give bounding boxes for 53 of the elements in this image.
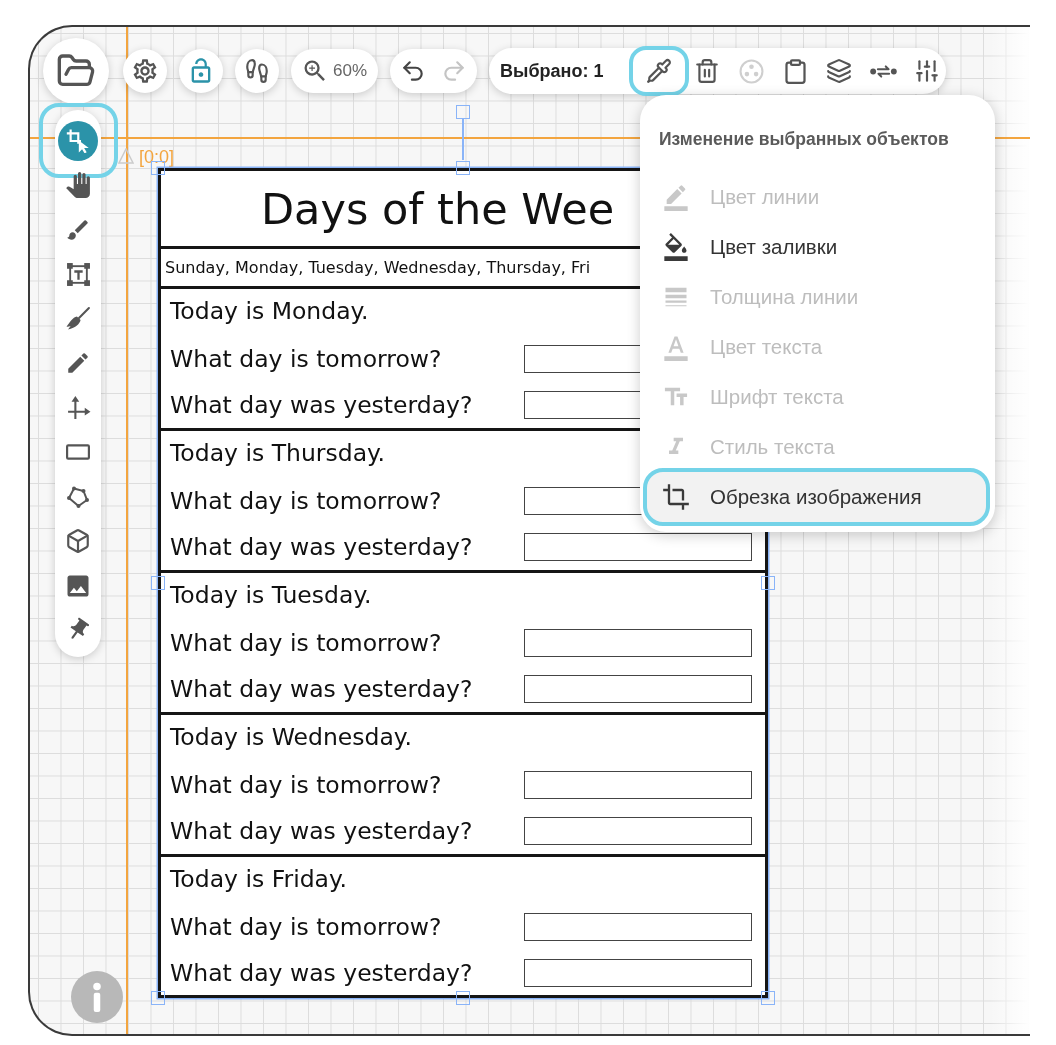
selection-count: Выбрано: 1: [500, 60, 604, 82]
resize-handle[interactable]: [456, 991, 470, 1005]
crop-cursor-icon: [66, 128, 90, 153]
text-box-icon: [65, 261, 91, 287]
dots-circle-icon: [738, 58, 764, 84]
resize-handle[interactable]: [151, 991, 165, 1005]
question-text: What day was yesterday?: [170, 675, 473, 703]
footprints-button[interactable]: [235, 49, 279, 93]
paint-bucket-icon: [662, 233, 690, 261]
question-text: What day is tomorrow?: [170, 913, 442, 941]
question-text: What day was yesterday?: [170, 817, 473, 845]
resize-handle[interactable]: [761, 576, 775, 590]
crop-icon: [662, 483, 690, 511]
question-text: What day was yesterday?: [170, 959, 473, 987]
origin-marker-icon: [118, 148, 134, 164]
weekdays-text: Sunday, Monday, Tuesday, Wednesday, Thursday, Fri: [165, 257, 591, 278]
menu-title: Изменение выбранных объектов: [658, 128, 950, 150]
cube-icon: [65, 528, 91, 555]
question-text: What day is tomorrow?: [170, 629, 442, 657]
crop-select-tool[interactable]: [58, 120, 98, 161]
menu-item[interactable]: Цвет заливки: [640, 222, 995, 272]
day-statement: Today is Friday.: [170, 865, 348, 893]
lock-button[interactable]: [179, 49, 223, 93]
folder-button[interactable]: [43, 38, 109, 104]
broom-icon: [65, 306, 91, 332]
rotate-handle[interactable]: [456, 105, 470, 160]
question-text: What day was yesterday?: [170, 391, 473, 419]
origin-label: [0:0]: [139, 146, 175, 168]
layers-icon: [826, 58, 853, 84]
trash-icon: [694, 58, 721, 84]
pencil-underline-icon: [662, 183, 690, 211]
day-statement: Today is Thursday.: [170, 439, 386, 467]
resize-handle[interactable]: [456, 161, 470, 175]
hand-icon: [65, 172, 91, 199]
day-statement: Today is Monday.: [170, 297, 369, 325]
settings-icon: [131, 57, 159, 85]
question-text: What day was yesterday?: [170, 533, 473, 561]
day-statement: Today is Tuesday.: [170, 581, 372, 609]
footprints-icon: [244, 58, 270, 84]
settings-button[interactable]: [123, 49, 167, 93]
axes-icon: [65, 395, 91, 421]
resize-handle[interactable]: [151, 576, 165, 590]
eyedropper-icon: [646, 58, 673, 84]
polygon-icon: [66, 484, 90, 509]
day-statement: Today is Wednesday.: [170, 723, 412, 751]
sliders-icon: [914, 58, 941, 84]
question-text: What day is tomorrow?: [170, 345, 442, 373]
question-text: What day is tomorrow?: [170, 487, 442, 515]
zoom-button[interactable]: 60%: [291, 49, 379, 93]
resize-handle[interactable]: [761, 991, 775, 1005]
menu-item[interactable]: Обрезка изображения: [643, 468, 990, 526]
question-text: What day is tomorrow?: [170, 771, 442, 799]
worksheet-title: Days of the Wee: [261, 182, 615, 235]
